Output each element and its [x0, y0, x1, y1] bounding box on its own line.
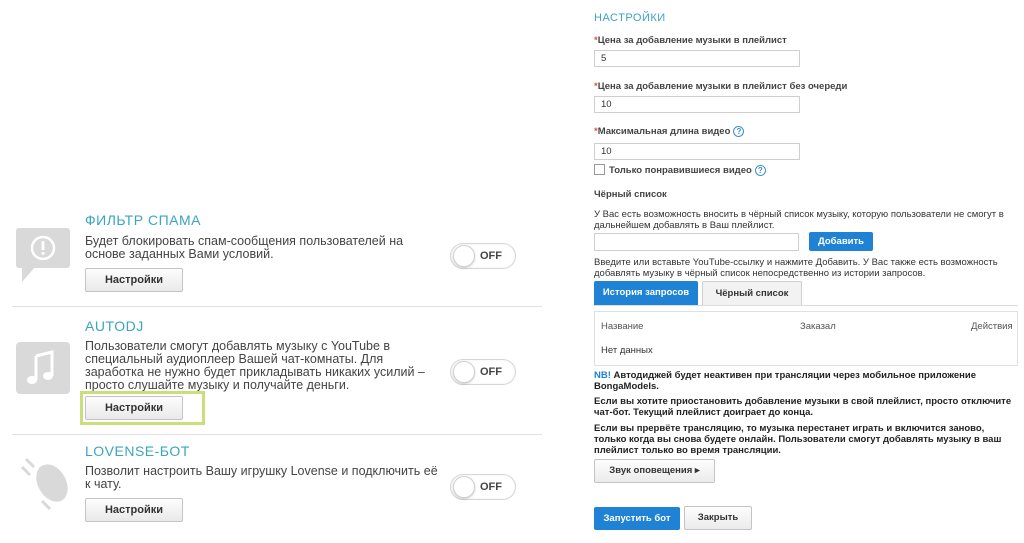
toggle-knob — [453, 476, 475, 498]
priority-price-label-text: Цена за добавление музыки в плейлист без… — [597, 81, 848, 92]
note-mobile-text: Автодиджей будет неактивен при трансляци… — [594, 370, 977, 392]
priority-price-label: *Цена за добавление музыки в плейлист бе… — [594, 81, 848, 92]
autodj-toggle[interactable]: OFF — [450, 359, 516, 385]
max-length-label: *Максимальная длина видео? — [594, 126, 745, 138]
music-note-icon — [12, 340, 74, 398]
column-header-name: Название — [601, 321, 644, 332]
tabs-divider — [594, 305, 1018, 306]
lovense-title: LOVENSE-БОТ — [85, 443, 190, 459]
tab-request-history[interactable]: История запросов — [594, 281, 698, 305]
lovense-description: Позволит настроить Вашу игрушку Lovense … — [85, 464, 438, 491]
divider — [12, 434, 542, 435]
autodj-description: Пользователи смогут добавлять музыку с Y… — [85, 339, 425, 392]
lovense-settings-button[interactable]: Настройки — [85, 498, 183, 522]
price-input[interactable]: 5 — [594, 50, 800, 67]
toggle-state: OFF — [480, 366, 502, 378]
nb-label: NB! — [594, 370, 611, 381]
priority-price-input[interactable]: 10 — [594, 96, 800, 113]
divider — [12, 306, 542, 307]
autodj-settings-button[interactable]: Настройки — [85, 396, 183, 420]
blacklist-description: У Вас есть возможность вносить в чёрный … — [594, 209, 1004, 231]
features-panel: ФИЛЬТР СПАМА Будет блокировать спам-сооб… — [0, 0, 545, 543]
liked-only-label-text: Только понравившиеся видео — [609, 165, 752, 177]
blacklist-hint: Введите или вставьте YouTube-ссылку и на… — [594, 257, 998, 279]
autodj-settings-panel: НАСТРОЙКИ *Цена за добавление музыки в п… — [582, 0, 1024, 543]
spam-filter-settings-button[interactable]: Настройки — [85, 268, 183, 292]
liked-only-label: Только понравившиеся видео? — [609, 165, 766, 176]
toggle-knob — [453, 361, 475, 383]
note-pause: Если вы хотите приостановить добавление … — [594, 396, 1012, 418]
autodj-title: AUTODJ — [85, 318, 144, 334]
liked-only-checkbox[interactable] — [594, 164, 605, 175]
max-length-label-text: Максимальная длина видео — [597, 126, 731, 138]
settings-title: НАСТРОЙКИ — [594, 12, 666, 24]
note-mobile: NB! Автодиджей будет неактивен при транс… — [594, 370, 1014, 392]
close-button[interactable]: Закрыть — [684, 506, 752, 530]
blacklist-url-input[interactable] — [594, 233, 799, 251]
add-blacklist-button[interactable]: Добавить — [809, 232, 873, 251]
start-bot-button[interactable]: Запустить бот — [594, 507, 680, 530]
price-label: *Цена за добавление музыки в плейлист — [594, 35, 787, 46]
spam-filter-icon — [12, 226, 74, 284]
help-icon[interactable]: ? — [754, 165, 766, 176]
empty-table-message: Нет данных — [601, 345, 653, 356]
spam-filter-title: ФИЛЬТР СПАМА — [85, 212, 201, 228]
spam-filter-description: Будет блокировать спам-сообщения пользов… — [85, 234, 404, 261]
lovense-toy-icon — [12, 455, 74, 513]
toggle-knob — [453, 245, 475, 267]
spam-filter-toggle[interactable]: OFF — [450, 243, 516, 269]
price-label-text: Цена за добавление музыки в плейлист — [597, 35, 787, 46]
requests-table: Название Заказал Действия Нет данных — [594, 311, 1018, 366]
tab-blacklist[interactable]: Чёрный список — [702, 281, 802, 305]
column-header-ordered-by: Заказал — [800, 321, 836, 332]
help-icon[interactable]: ? — [733, 126, 745, 137]
toggle-state: OFF — [480, 481, 502, 493]
notification-sound-button[interactable]: Звук оповещения ▸ — [594, 459, 715, 483]
note-broadcast: Если вы прервёте трансляцию, то музыка п… — [594, 423, 1002, 456]
toggle-state: OFF — [480, 250, 502, 262]
column-header-actions: Действия — [971, 321, 1013, 332]
max-length-input[interactable]: 10 — [594, 143, 800, 160]
lovense-toggle[interactable]: OFF — [450, 474, 516, 500]
blacklist-title: Чёрный список — [594, 189, 667, 200]
